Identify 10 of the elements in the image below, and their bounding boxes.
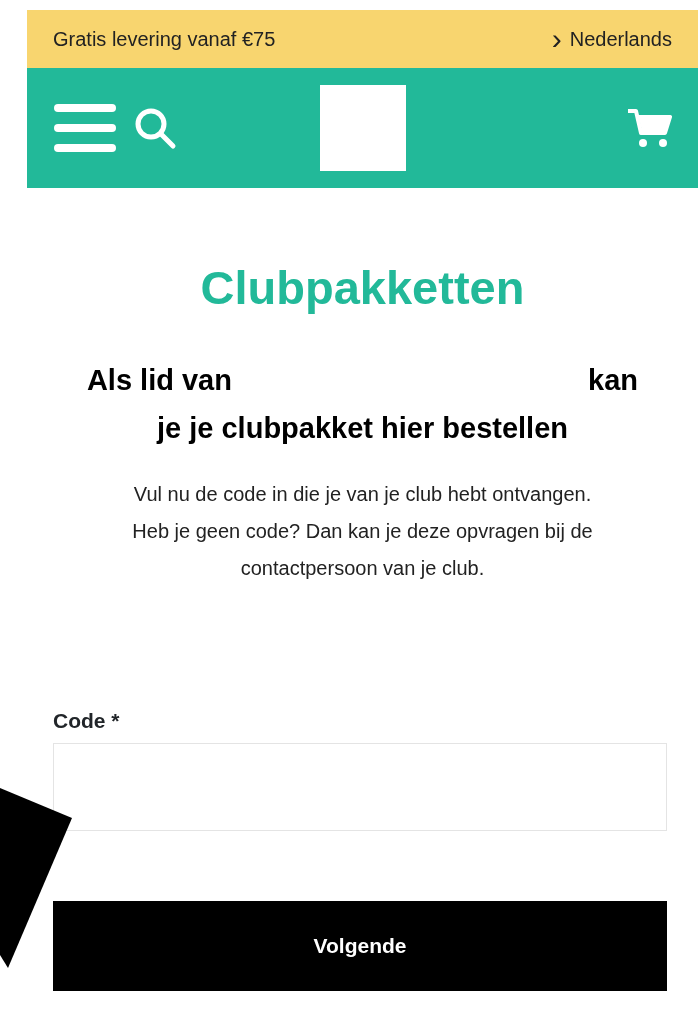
subheading: Als lid van kan je je clubpakket hier bestellen (85, 363, 640, 447)
language-link[interactable]: › Nederlands (551, 24, 672, 54)
intro-text: Vul nu de code in die je van je club hebt ontvangen. Heb je geen code? Dan kan je deze opvragen bij de contactpersoon van je club. (131, 482, 594, 582)
field-label: Code * (53, 708, 121, 735)
page-title: Clubpakketten (199, 260, 526, 316)
search-icon[interactable] (133, 106, 177, 150)
cart-icon[interactable] (626, 107, 672, 149)
shipping-note: Gratis levering vanaf €75 (53, 27, 276, 52)
chevron-icon: › (551, 24, 562, 54)
code-input-field[interactable] (53, 742, 667, 831)
